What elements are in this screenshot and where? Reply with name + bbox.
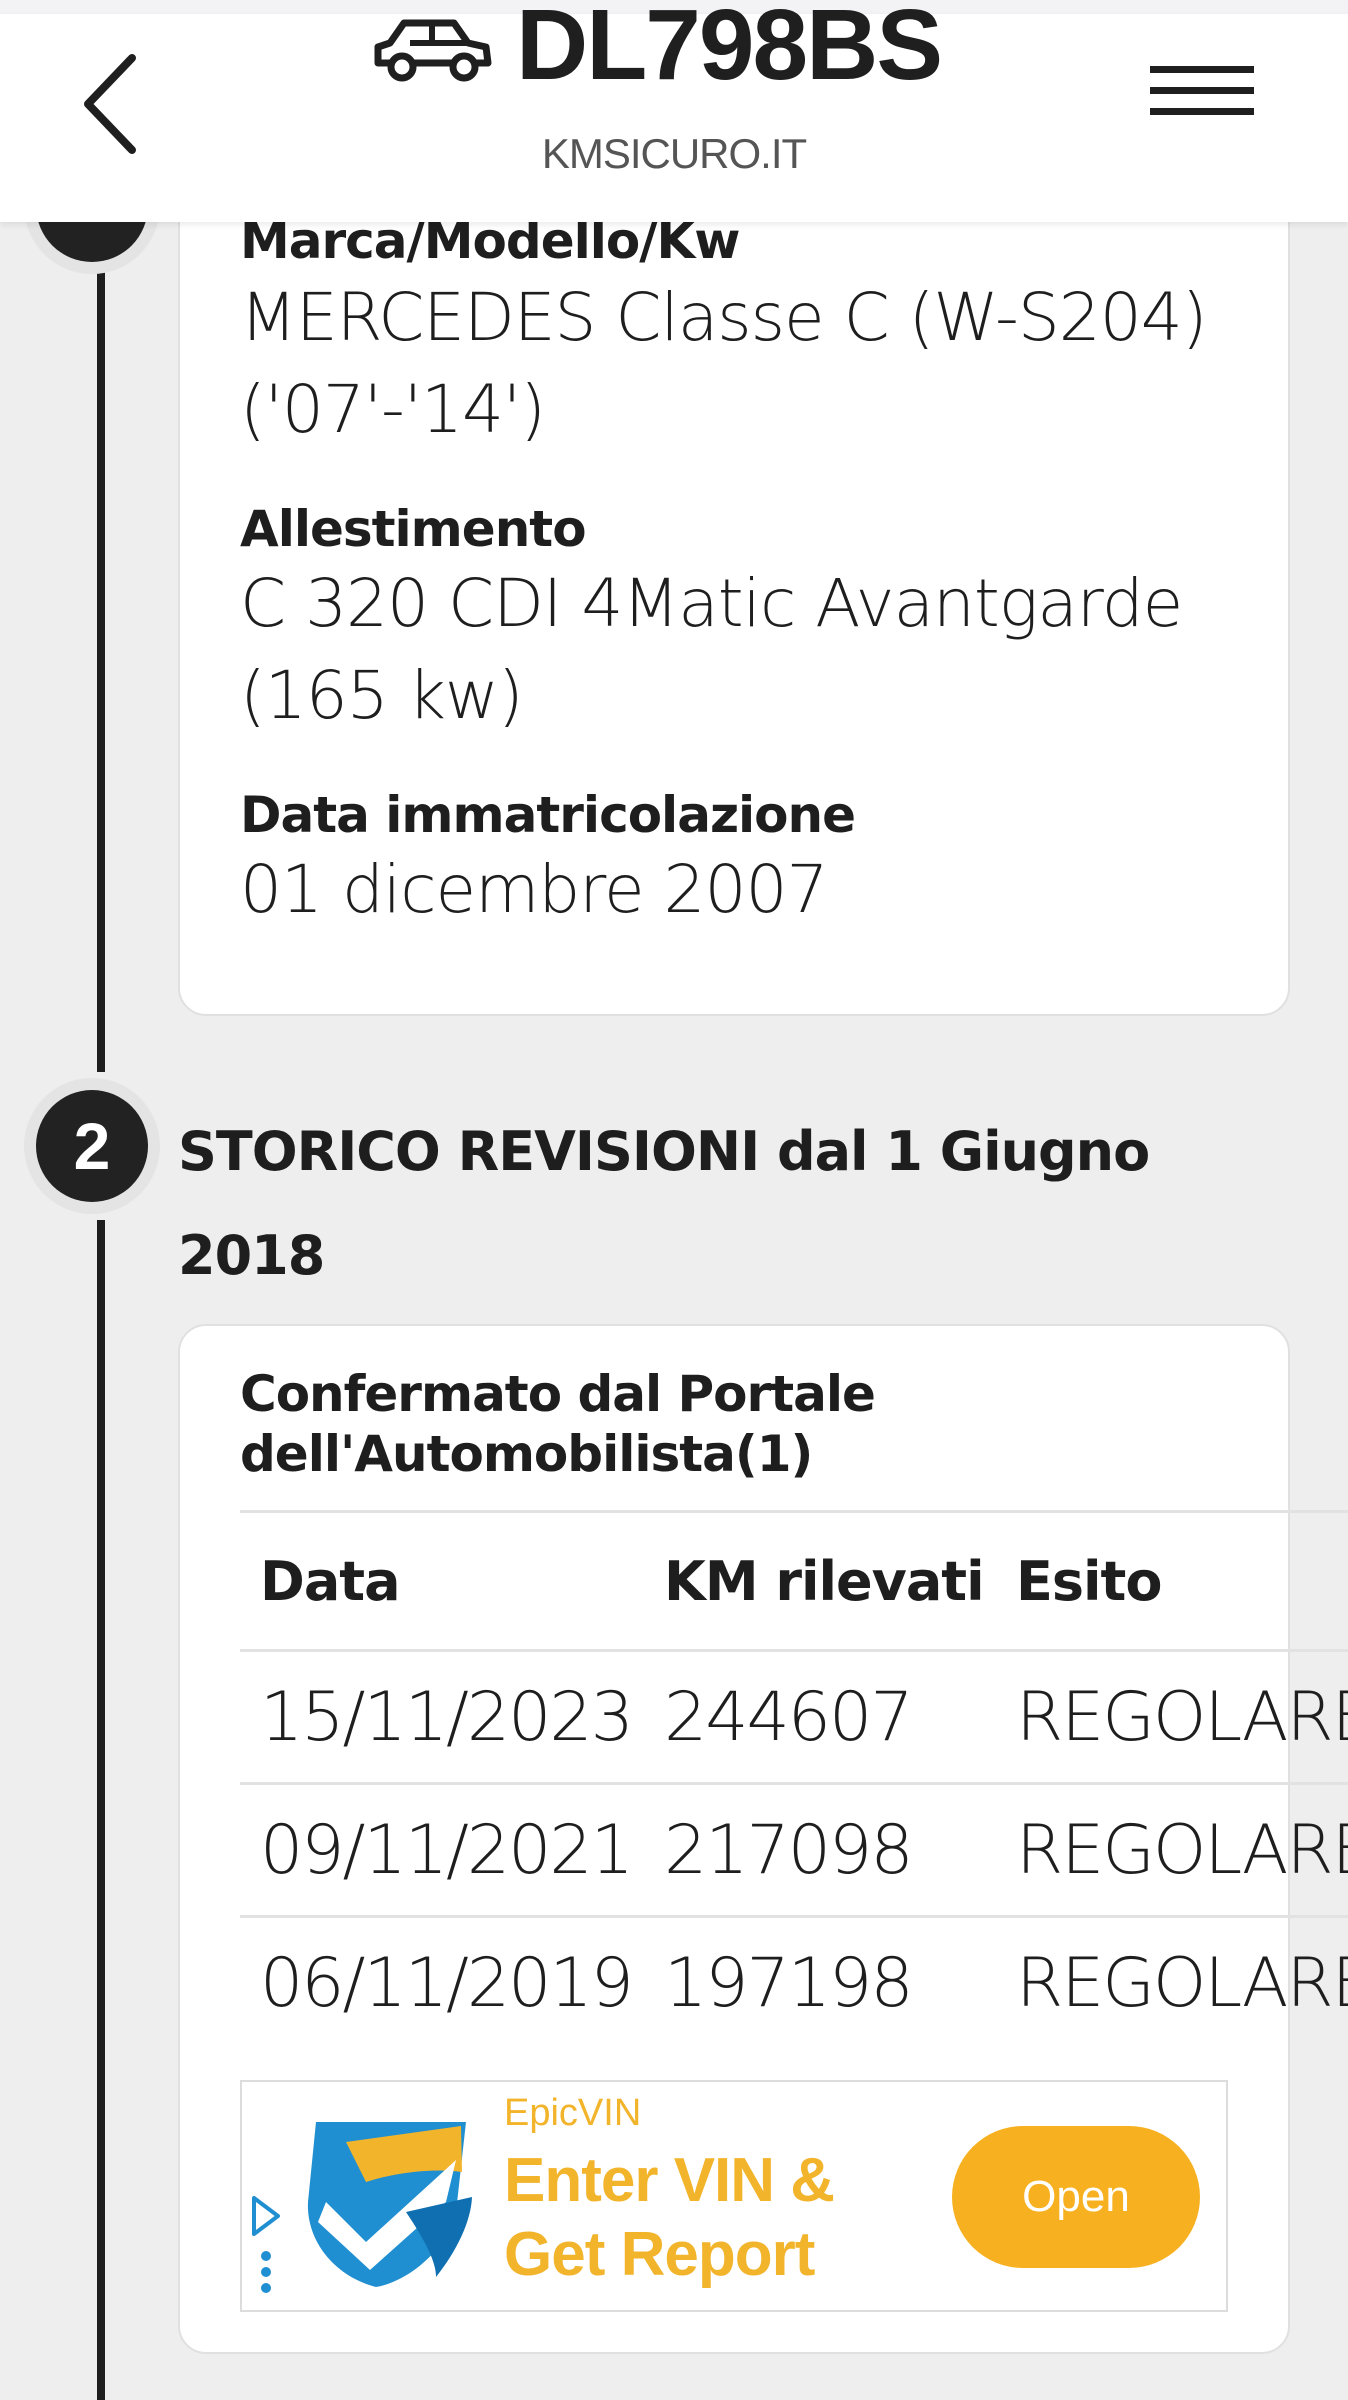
row-result: REGOLARE — [1016, 1943, 1348, 2023]
row-result: REGOLARE — [1016, 1677, 1348, 1757]
header-result: Esito — [1016, 1549, 1162, 1613]
row-km: 197198 — [664, 1943, 914, 2023]
app-header: DL798BS KMSICURO.IT — [0, 0, 1348, 222]
vehicle-info-card: Marca/Modello/Kw MERCEDES Classe C (W-S2… — [178, 160, 1290, 1016]
timeline-line-2 — [97, 1220, 105, 2400]
plate-title: DL798BS — [370, 0, 943, 104]
site-name: KMSICURO.IT — [541, 130, 807, 177]
trim-label: Allestimento — [240, 500, 587, 558]
ad-headline: Enter VIN & Get Report — [504, 2146, 835, 2289]
menu-button[interactable] — [1150, 66, 1254, 130]
row-km: 244607 — [664, 1677, 914, 1757]
row-date: 15/11/2023 — [260, 1677, 634, 1757]
timeline-line-1 — [97, 222, 105, 1072]
ad-banner[interactable]: EpicVIN Enter VIN & Get Report Open — [240, 2080, 1228, 2312]
registration-label: Data immatricolazione — [240, 786, 856, 844]
epicvin-logo-icon — [307, 2122, 472, 2287]
row-km: 217098 — [664, 1810, 914, 1890]
registration-value: 01 dicembre 2007 — [240, 851, 829, 928]
row-result: REGOLARE — [1016, 1810, 1348, 1890]
ad-open-button[interactable]: Open — [952, 2126, 1200, 2268]
license-plate: DL798BS — [516, 0, 943, 101]
revisions-table: Data KM rilevati Esito 15/11/2023 244607… — [240, 1510, 1348, 2048]
header-date: Data — [260, 1549, 401, 1613]
model-value: MERCEDES Classe C (W-S204) ('07'-'14') — [240, 279, 1207, 448]
portal-note: Confermato dal Portale dell'Automobilist… — [240, 1365, 876, 1483]
row-date: 09/11/2021 — [260, 1810, 634, 1890]
trim-value: C 320 CDI 4Matic Avantgarde (165 kw) — [240, 565, 1183, 734]
table-row: 15/11/2023 244607 REGOLARE — [240, 1649, 1348, 1782]
step-badge-2: 2 — [36, 1090, 148, 1202]
car-icon — [374, 19, 492, 82]
hamburger-menu-icon — [1150, 66, 1254, 73]
table-header-row: Data KM rilevati Esito — [240, 1510, 1348, 1649]
header-km: KM rilevati — [664, 1549, 985, 1613]
section-title: STORICO REVISIONI dal 1 Giugno 2018 — [178, 1120, 1150, 1287]
revisions-card: Confermato dal Portale dell'Automobilist… — [178, 1324, 1348, 2354]
ad-brand: EpicVIN — [504, 2092, 642, 2134]
table-row: 06/11/2019 197198 REGOLARE — [240, 1915, 1348, 2048]
ad-choices-icon[interactable] — [248, 2194, 284, 2294]
table-row: 09/11/2021 217098 REGOLARE — [240, 1782, 1348, 1915]
row-date: 06/11/2019 — [260, 1943, 634, 2023]
